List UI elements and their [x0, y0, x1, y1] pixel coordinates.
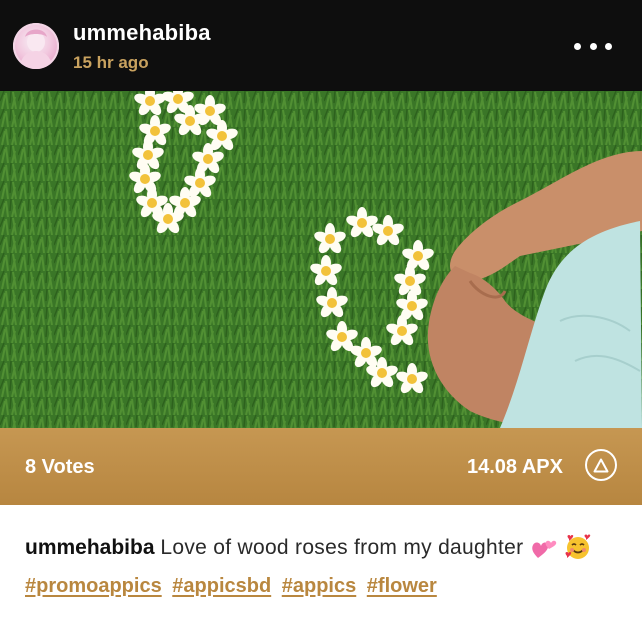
more-dot [589, 42, 597, 50]
post-header: ummehabiba 15 hr ago [0, 0, 642, 91]
hashtag-list: #promoappics #appicsbd #appics #flower [25, 575, 625, 598]
post-timestamp: 15 hr ago [73, 53, 149, 72]
caption-username[interactable]: ummehabiba [25, 536, 155, 559]
smiling-face-with-hearts-emoji [565, 534, 591, 569]
post-caption: ummehabiba Love of wood roses from my da… [25, 532, 625, 598]
hashtag-link[interactable]: #appics [282, 575, 356, 597]
hashtag-link[interactable]: #promoappics [25, 575, 162, 597]
post-photo[interactable] [0, 91, 642, 428]
post-username[interactable]: ummehabiba [73, 20, 211, 46]
avatar[interactable] [13, 23, 59, 69]
more-dot [574, 42, 581, 50]
stats-bar: 8 Votes 14.08 APX [0, 428, 642, 505]
two-hearts-emoji [531, 538, 557, 569]
triangle-in-circle-icon[interactable] [585, 449, 617, 481]
apx-value: 14.08 APX [467, 456, 563, 478]
hashtag-link[interactable]: #appicsbd [172, 575, 271, 597]
hashtag-link[interactable]: #flower [367, 575, 437, 597]
more-dot [605, 42, 612, 50]
more-options-icon[interactable] [574, 38, 612, 54]
votes-count[interactable]: 8 Votes [25, 456, 95, 479]
caption-body: Love of wood roses from my daughter [160, 536, 524, 559]
caption-text-block: ummehabiba Love of wood roses from my da… [25, 532, 625, 569]
